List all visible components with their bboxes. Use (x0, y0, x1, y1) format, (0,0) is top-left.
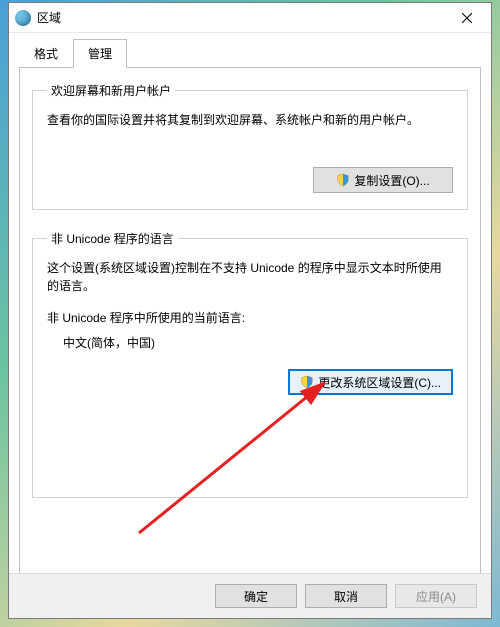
cancel-button[interactable]: 取消 (305, 584, 387, 608)
titlebar: 区域 (9, 3, 491, 33)
shield-icon (336, 173, 350, 187)
copy-settings-label: 复制设置(O)... (354, 172, 429, 189)
globe-icon (15, 10, 31, 26)
nonunicode-desc: 这个设置(系统区域设置)控制在不支持 Unicode 的程序中显示文本时所使用的… (47, 259, 453, 295)
group-welcome: 欢迎屏幕和新用户帐户 查看你的国际设置并将其复制到欢迎屏幕、系统帐户和新的用户帐… (32, 82, 468, 210)
current-locale-label: 非 Unicode 程序中所使用的当前语言: (47, 309, 453, 326)
tab-panel-admin: 欢迎屏幕和新用户帐户 查看你的国际设置并将其复制到欢迎屏幕、系统帐户和新的用户帐… (19, 67, 481, 577)
change-locale-label: 更改系统区域设置(C)... (318, 374, 441, 391)
welcome-desc: 查看你的国际设置并将其复制到欢迎屏幕、系统帐户和新的用户帐户。 (47, 111, 453, 129)
current-locale-value: 中文(简体，中国) (63, 334, 453, 351)
dialog-footer: 确定 取消 应用(A) (9, 573, 491, 618)
group-nonunicode-legend: 非 Unicode 程序的语言 (47, 230, 178, 247)
close-button[interactable] (444, 3, 489, 33)
ok-button[interactable]: 确定 (215, 584, 297, 608)
window-title: 区域 (37, 9, 444, 26)
tab-format[interactable]: 格式 (19, 39, 73, 68)
tab-admin[interactable]: 管理 (73, 39, 127, 68)
shield-icon (300, 375, 314, 389)
change-system-locale-button[interactable]: 更改系统区域设置(C)... (288, 369, 453, 395)
tab-strip: 格式 管理 (9, 33, 491, 68)
group-nonunicode: 非 Unicode 程序的语言 这个设置(系统区域设置)控制在不支持 Unico… (32, 230, 468, 498)
copy-settings-button[interactable]: 复制设置(O)... (313, 167, 453, 193)
apply-button[interactable]: 应用(A) (395, 584, 477, 608)
close-icon (462, 13, 472, 23)
region-dialog: 区域 格式 管理 欢迎屏幕和新用户帐户 查看你的国际设置并将其复制到欢迎屏幕、系… (8, 2, 492, 619)
group-welcome-legend: 欢迎屏幕和新用户帐户 (47, 82, 175, 99)
